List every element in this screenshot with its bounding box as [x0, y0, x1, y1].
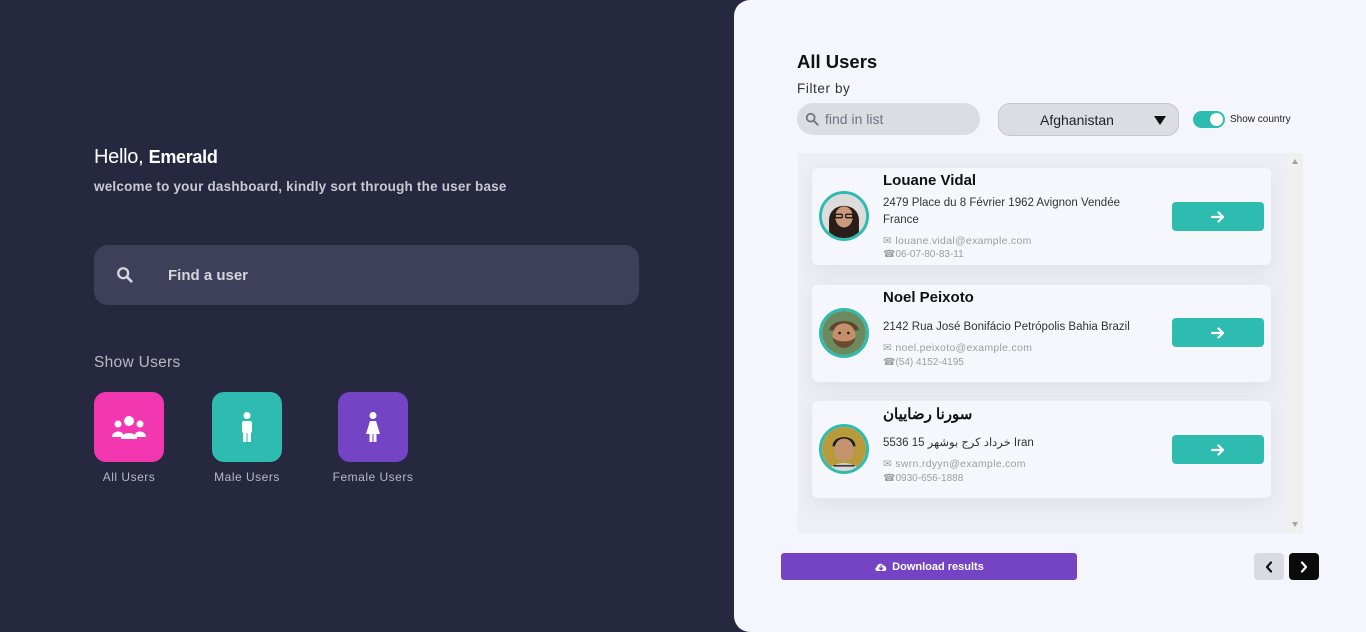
user-phone-row: ☎0930-656-1888: [883, 473, 963, 484]
next-page-button[interactable]: [1289, 553, 1319, 580]
greeting-hello: Hello,: [94, 146, 144, 168]
users-panel: All Users Filter by find in list Afghani…: [734, 0, 1366, 632]
country-select[interactable]: Afghanistan: [998, 103, 1179, 136]
avatar: [819, 308, 869, 358]
user-card: سورنا رضاییان 5536 15 خرداد کرج بوشهر Ir…: [812, 401, 1271, 498]
user-email: louane.vidal@example.com: [895, 235, 1032, 247]
chevron-right-icon: [1300, 560, 1308, 573]
scroll-down-icon[interactable]: [1292, 522, 1298, 527]
phone-icon: ☎: [883, 473, 896, 484]
cloud-download-icon: [875, 563, 887, 571]
user-email: noel.peixoto@example.com: [895, 342, 1033, 354]
list-scrollbar[interactable]: [1288, 153, 1303, 533]
phone-icon: ☎: [883, 249, 896, 260]
show-users-heading: Show Users: [94, 354, 181, 371]
user-list[interactable]: Louane Vidal 2479 Place du 8 Février 196…: [798, 153, 1303, 533]
user-name: Louane Vidal: [883, 172, 977, 189]
envelope-icon: ✉: [883, 342, 896, 354]
all-users-label: All Users: [102, 470, 156, 484]
envelope-icon: ✉: [883, 235, 896, 247]
avatar: [819, 191, 869, 241]
welcome-text: welcome to your dashboard, kindly sort t…: [94, 179, 507, 194]
download-label: Download results: [892, 560, 984, 573]
view-user-button[interactable]: [1172, 318, 1264, 347]
avatar: [819, 424, 869, 474]
country-select-value: Afghanistan: [1040, 111, 1114, 128]
download-results-button[interactable]: Download results: [781, 553, 1077, 580]
show-country-toggle[interactable]: [1193, 111, 1225, 128]
greeting: Hello, Emerald: [94, 146, 218, 169]
find-in-list-placeholder: find in list: [825, 111, 884, 127]
panel-title: All Users: [797, 51, 878, 72]
arrow-right-icon: [1211, 210, 1225, 223]
view-user-button[interactable]: [1172, 202, 1264, 231]
scroll-up-icon[interactable]: [1292, 159, 1298, 164]
toggle-knob: [1210, 113, 1223, 126]
envelope-icon: ✉: [883, 458, 896, 470]
user-address: 2479 Place du 8 Février 1962 Avignon Ven…: [883, 197, 1120, 226]
male-users-button[interactable]: [212, 392, 282, 462]
user-email-row: ✉ noel.peixoto@example.com: [883, 342, 1032, 354]
previous-page-button[interactable]: [1254, 553, 1284, 580]
male-users-label: Male Users: [214, 470, 280, 484]
filter-by-label: Filter by: [797, 81, 851, 96]
users-icon: [112, 416, 146, 439]
user-phone: 0930-656-1888: [895, 473, 964, 484]
arrow-right-icon: [1211, 443, 1225, 456]
arrow-right-icon: [1211, 326, 1225, 339]
user-address: 5536 15 خرداد کرج بوشهر Iran: [883, 437, 1034, 449]
find-user-input[interactable]: Find a user: [168, 267, 248, 284]
find-user-search-bar[interactable]: Find a user: [94, 245, 639, 305]
left-panel: Hello, Emerald welcome to your dashboard…: [0, 0, 734, 632]
find-in-list-input[interactable]: find in list: [797, 103, 980, 135]
user-card: Noel Peixoto 2142 Rua José Bonifácio Pet…: [812, 285, 1271, 382]
user-address: 2142 Rua José Bonifácio Petrópolis Bahia…: [883, 321, 1130, 333]
user-name: Noel Peixoto: [883, 289, 974, 306]
user-name: سورنا رضاییان: [883, 406, 973, 423]
user-phone-row: ☎(54) 4152-4195: [883, 357, 964, 368]
user-email-row: ✉ swrn.rdyyn@example.com: [883, 458, 1026, 470]
user-email: swrn.rdyyn@example.com: [895, 458, 1026, 470]
greeting-name: Emerald: [148, 147, 218, 167]
search-icon: [805, 112, 819, 126]
search-icon: [117, 267, 133, 283]
all-users-button[interactable]: [94, 392, 164, 462]
female-icon: [366, 412, 380, 442]
phone-icon: ☎: [883, 357, 896, 368]
user-card: Louane Vidal 2479 Place du 8 Février 196…: [812, 168, 1271, 265]
view-user-button[interactable]: [1172, 435, 1264, 464]
caret-down-icon: [1154, 116, 1166, 125]
female-users-label: Female Users: [332, 470, 414, 484]
female-users-button[interactable]: [338, 392, 408, 462]
user-phone: 06-07-80-83-11: [895, 249, 964, 260]
user-phone-row: ☎06-07-80-83-11: [883, 249, 964, 260]
show-country-label: Show country: [1230, 114, 1291, 125]
male-icon: [242, 412, 252, 442]
user-email-row: ✉ louane.vidal@example.com: [883, 235, 1032, 247]
user-phone: (54) 4152-4195: [895, 357, 964, 368]
chevron-left-icon: [1265, 560, 1273, 573]
